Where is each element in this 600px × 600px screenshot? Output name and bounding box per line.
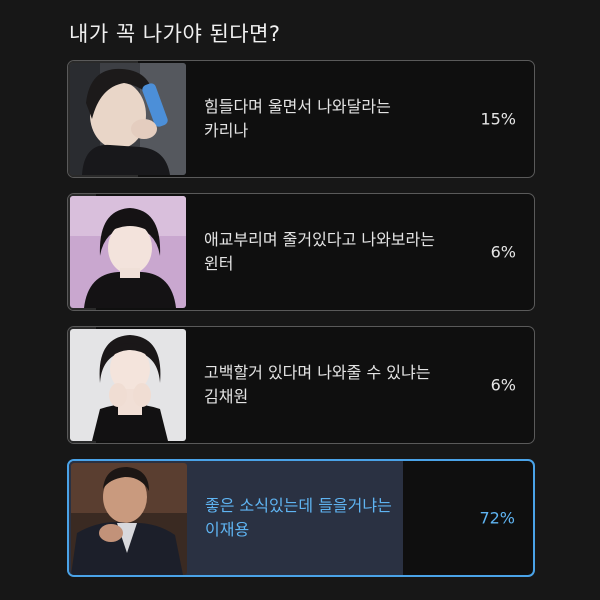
option-text-line2: 이재용	[205, 520, 250, 539]
poll-option-jaeyong[interactable]: 좋은 소식있는데 들을거냐는 이재용 72%	[67, 459, 535, 577]
option-label: 고백할거 있다며 나와줄 수 있냐는 김채원	[204, 361, 472, 409]
option-text-line2: 김채원	[204, 387, 249, 406]
option-image-winter	[70, 196, 186, 308]
option-text-line2: 윈터	[204, 254, 234, 273]
option-percent: 6%	[490, 242, 516, 262]
option-text-line2: 카리나	[204, 121, 249, 140]
option-percent: 6%	[490, 375, 516, 395]
option-percent: 15%	[480, 109, 516, 129]
poll-option-winter[interactable]: 애교부리며 줄거있다고 나와보라는 윈터 6%	[67, 193, 535, 311]
option-label: 좋은 소식있는데 들을거냐는 이재용	[205, 494, 473, 542]
poll-option-karina[interactable]: 힘들다며 울면서 나와달라는 카리나 15%	[67, 60, 535, 178]
option-label: 힘들다며 울면서 나와달라는 카리나	[204, 95, 472, 143]
poll-question: 내가 꼭 나가야 된다면?	[69, 22, 281, 46]
option-text-line1: 고백할거 있다며 나와줄 수 있냐는	[204, 363, 431, 382]
option-text-line1: 애교부리며 줄거있다고 나와보라는	[204, 230, 435, 249]
option-label: 애교부리며 줄거있다고 나와보라는 윈터	[204, 228, 472, 276]
poll-option-chaewon[interactable]: 고백할거 있다며 나와줄 수 있냐는 김채원 6%	[67, 326, 535, 444]
option-percent: 72%	[479, 508, 515, 528]
option-image-chaewon	[70, 329, 186, 441]
poll-options: 힘들다며 울면서 나와달라는 카리나 15% 애교부리며 줄거있다고 나와보라는…	[67, 60, 535, 592]
option-text-line1: 힘들다며 울면서 나와달라는	[204, 97, 391, 116]
option-image-jaeyong	[71, 463, 187, 575]
option-text-line1: 좋은 소식있는데 들을거냐는	[205, 496, 392, 515]
option-image-karina	[70, 63, 186, 175]
